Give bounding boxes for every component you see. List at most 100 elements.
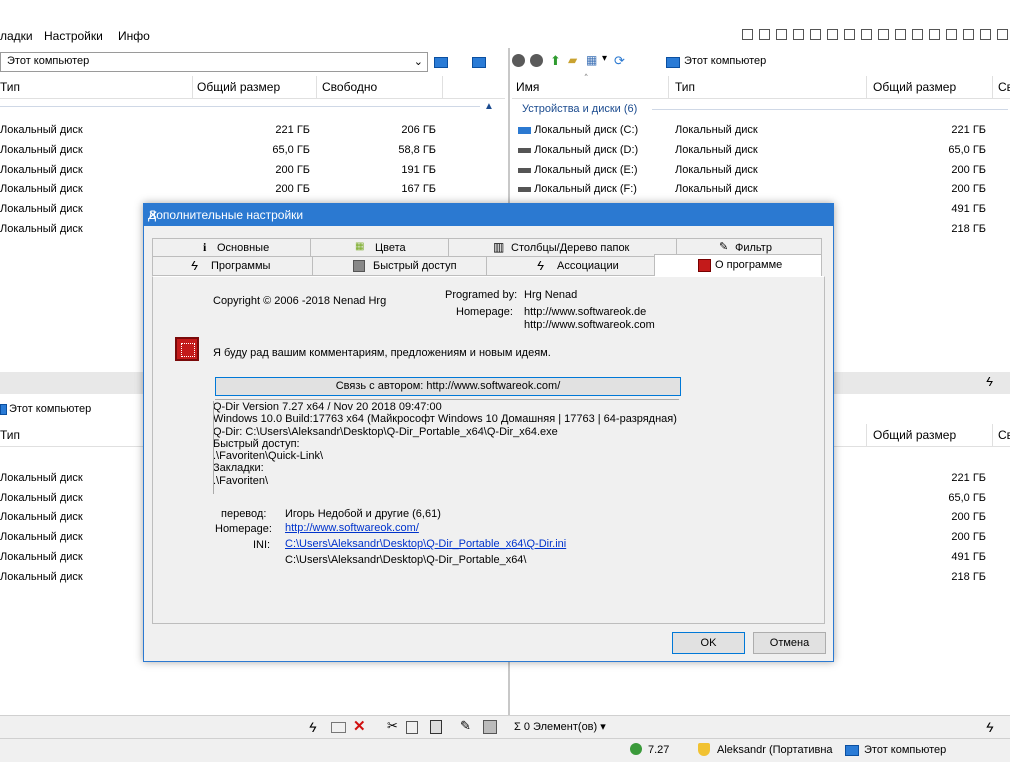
forward-icon[interactable] <box>530 54 543 67</box>
tab-programs[interactable]: ϟ Программы <box>152 256 314 276</box>
homepage2-label: Homepage: <box>215 523 272 535</box>
col-total-size[interactable]: Общий размер <box>873 428 956 442</box>
col-type[interactable]: Тип <box>675 80 695 94</box>
monitor-icon[interactable] <box>434 57 448 68</box>
table-row[interactable]: Локальный диск <box>0 144 83 156</box>
col-free[interactable]: Св <box>998 80 1010 94</box>
collapse-icon[interactable]: ▲ <box>484 101 494 112</box>
folder-icon[interactable]: ▰ <box>568 53 577 67</box>
list-item[interactable]: Локальный диск (D:) <box>518 144 638 156</box>
version-info-box: Q-Dir Version 7.27 x64 / Nov 20 2018 09:… <box>213 401 713 496</box>
homepage-link-de[interactable]: http://www.softwareok.de <box>524 306 646 318</box>
chevron-down-icon[interactable]: ▾ <box>602 53 607 64</box>
layout-16-icon[interactable] <box>997 29 1008 40</box>
tab-columns[interactable]: ▥ Столбцы/Дерево папок <box>448 238 678 258</box>
col-type[interactable]: Тип <box>0 80 20 94</box>
layout-7-icon[interactable] <box>844 29 855 40</box>
list-item[interactable]: Локальный диск <box>0 531 83 543</box>
list-item[interactable]: Локальный диск <box>0 472 83 484</box>
list-item[interactable]: Локальный диск <box>0 511 83 523</box>
delete-icon[interactable]: ✕ <box>353 717 366 735</box>
refresh-icon[interactable]: ⟳ <box>614 53 625 69</box>
menu-bar: ладки Настройки Инфо <box>0 26 1010 46</box>
homepage-link-com[interactable]: http://www.softwareok.com <box>524 319 655 331</box>
layout-15-icon[interactable] <box>980 29 991 40</box>
app-logo-icon <box>698 259 711 272</box>
layout-10-icon[interactable] <box>895 29 906 40</box>
table-row[interactable]: Локальный диск <box>0 183 83 195</box>
cell-size: 218 ГБ <box>951 223 986 235</box>
quick-access-icon[interactable] <box>483 720 497 734</box>
table-row[interactable]: Локальный диск <box>0 124 83 136</box>
col-name[interactable]: Имя <box>516 80 539 94</box>
layout-4-icon[interactable] <box>793 29 804 40</box>
table-row[interactable]: Локальный диск <box>0 203 83 215</box>
cell-size: 65,0 ГБ <box>272 144 310 156</box>
cell-type: Локальный диск <box>0 164 83 176</box>
group-header[interactable]: Устройства и диски (6) <box>522 103 637 115</box>
tab-colors[interactable]: ▦ Цвета <box>310 238 450 258</box>
address-bar-top-left[interactable]: Этот компьютер ⌄ <box>0 52 428 72</box>
layout-13-icon[interactable] <box>946 29 957 40</box>
properties-icon[interactable]: ✎ <box>460 718 471 734</box>
list-item[interactable]: Локальный диск (C:) <box>518 124 638 136</box>
layout-8-icon[interactable] <box>861 29 872 40</box>
layout-1-icon[interactable] <box>742 29 753 40</box>
layout-3-icon[interactable] <box>776 29 787 40</box>
paste-icon[interactable] <box>430 720 442 734</box>
cell-size: 65,0 ГБ <box>948 492 986 504</box>
info-line: Q-Dir Version 7.27 x64 / Nov 20 2018 09:… <box>213 401 442 413</box>
layout-12-icon[interactable] <box>929 29 940 40</box>
tab-about[interactable]: О программе <box>654 254 822 277</box>
settings-dialog: Дополнительные настройки ✕ i Основные ▦ … <box>143 203 834 662</box>
view-icon[interactable]: ▦ <box>586 53 597 67</box>
homepage2-link[interactable]: http://www.softwareok.com/ <box>285 522 419 534</box>
list-item[interactable]: Локальный диск <box>0 492 83 504</box>
mail-icon[interactable] <box>331 722 346 733</box>
tab-general[interactable]: i Основные <box>152 238 312 258</box>
layout-14-icon[interactable] <box>963 29 974 40</box>
dialog-titlebar[interactable]: Дополнительные настройки ✕ <box>144 204 833 226</box>
menu-settings[interactable]: Настройки <box>44 29 103 43</box>
tab-quick-access[interactable]: Быстрый доступ <box>312 256 488 276</box>
lightning-icon[interactable]: ϟ <box>986 374 993 389</box>
layout-11-icon[interactable] <box>912 29 923 40</box>
ini-link[interactable]: C:\Users\Aleksandr\Desktop\Q-Dir_Portabl… <box>285 538 566 550</box>
copy-icon[interactable] <box>406 721 418 734</box>
tab-associations[interactable]: ϟ Ассоциации <box>486 256 656 276</box>
list-item[interactable]: Локальный диск (E:) <box>518 164 638 176</box>
chevron-down-icon[interactable]: ⌄ <box>414 55 423 68</box>
cut-icon[interactable]: ✂ <box>387 718 398 734</box>
layout-icons <box>742 29 1008 40</box>
ini-dir: C:\Users\Aleksandr\Desktop\Q-Dir_Portabl… <box>285 554 527 566</box>
list-item[interactable]: Локальный диск (F:) <box>518 183 637 195</box>
address-text[interactable]: Этот компьютер <box>684 55 766 67</box>
col-type[interactable]: Тип <box>0 428 20 442</box>
menu-info[interactable]: Инфо <box>118 29 150 43</box>
layout-5-icon[interactable] <box>810 29 821 40</box>
ok-button[interactable]: OK <box>672 632 745 654</box>
lightning-icon[interactable]: ϟ <box>309 719 316 735</box>
cell-type: Локальный диск <box>0 183 83 195</box>
table-row[interactable]: Локальный диск <box>0 223 83 235</box>
col-total-size[interactable]: Общий размер <box>197 80 280 94</box>
layout-9-icon[interactable] <box>878 29 889 40</box>
layout-2-icon[interactable] <box>759 29 770 40</box>
up-icon[interactable]: ⬆ <box>550 53 561 69</box>
col-total-size[interactable]: Общий размер <box>873 80 956 94</box>
contact-author-button[interactable]: Связь с автором: http://www.softwareok.c… <box>215 377 681 396</box>
elements-count[interactable]: Σ 0 Элемент(ов) ▾ <box>514 720 606 733</box>
table-row[interactable]: Локальный диск <box>0 164 83 176</box>
list-item[interactable]: Локальный диск <box>0 571 83 583</box>
lightning-icon[interactable]: ϟ <box>986 719 993 735</box>
back-icon[interactable] <box>512 54 525 67</box>
list-item[interactable]: Локальный диск <box>0 551 83 563</box>
monitor-icon[interactable] <box>472 57 486 68</box>
menu-bookmarks[interactable]: ладки <box>0 29 33 43</box>
cancel-button[interactable]: Отмена <box>753 632 826 654</box>
layout-6-icon[interactable] <box>827 29 838 40</box>
col-free[interactable]: Св <box>998 428 1010 442</box>
close-icon[interactable]: ✕ <box>148 208 825 222</box>
address-text[interactable]: Этот компьютер <box>9 403 91 415</box>
col-free[interactable]: Свободно <box>322 80 377 94</box>
